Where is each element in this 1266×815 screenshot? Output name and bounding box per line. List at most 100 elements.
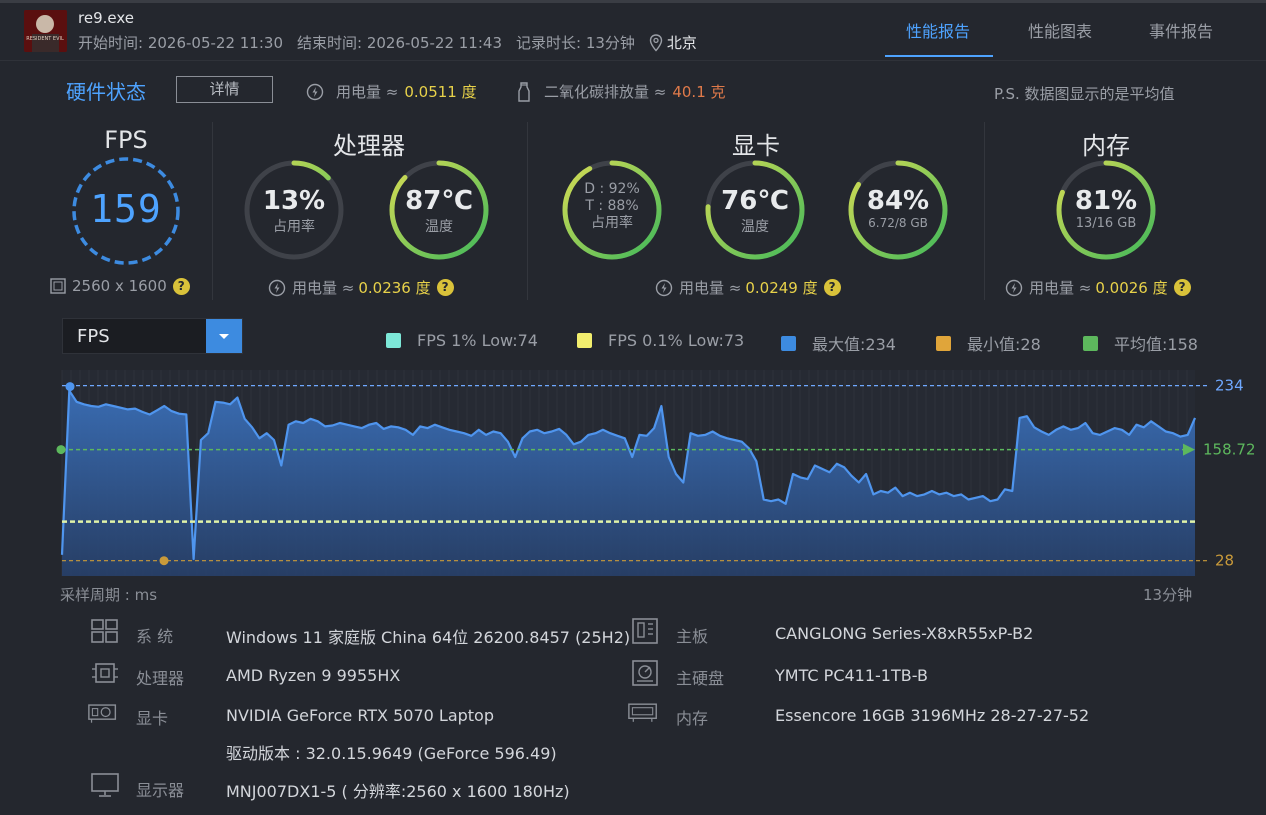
- motherboard-label: 主板: [676, 627, 709, 646]
- start-time: 开始时间: 2026-05-22 11:30: [78, 34, 283, 52]
- disk-value: YMTC PC411-1TB-B: [775, 666, 928, 685]
- chart-x-end-label: 13分钟: [1143, 586, 1193, 604]
- gpu-memory-detail: 6.72/8 GB: [868, 216, 928, 230]
- min-label: 28: [1215, 552, 1234, 570]
- cpu-temp-text: 87℃ 温度: [387, 186, 491, 236]
- co2-value: 40.1 克: [672, 83, 726, 101]
- system-value: Windows 11 家庭版 China 64位 26200.8457 (25H…: [226, 628, 631, 647]
- ram-label: 内存: [676, 709, 709, 728]
- cpu-title: 处理器: [333, 132, 405, 160]
- gpu-usage-label: 占用率: [591, 215, 633, 231]
- metric-select[interactable]: FPS: [62, 318, 243, 354]
- cpu-power-value: 0.0236 度: [358, 279, 431, 297]
- ram-power: 用电量 ≈ 0.0026 度 ?: [1005, 277, 1191, 298]
- total-power-label: 用电量 ≈: [336, 83, 399, 101]
- cpu-label: 处理器: [136, 669, 185, 688]
- legend-label: 最小值:28: [967, 335, 1041, 354]
- windows-icon: [91, 619, 118, 643]
- cpu-temp-label: 温度: [425, 219, 453, 235]
- ram-power-value: 0.0026 度: [1095, 279, 1168, 297]
- tab-event-report[interactable]: 事件报告: [1149, 18, 1213, 42]
- legend-swatch: [577, 333, 592, 348]
- ram-icon: [628, 703, 657, 722]
- total-power-value: 0.0511 度: [404, 83, 477, 101]
- avg-label: 158.72: [1203, 441, 1256, 459]
- section-divider: [527, 122, 528, 300]
- legend-swatch: [1083, 335, 1098, 351]
- avg-marker: [56, 445, 66, 455]
- help-icon[interactable]: ?: [823, 279, 841, 296]
- gpu-power-value: 0.0249 度: [745, 279, 818, 297]
- chart-note: P.S. 数据图显示的是平均值: [994, 85, 1175, 103]
- header-divider: [0, 60, 1266, 61]
- legend-item-max: 最大值:234: [781, 331, 896, 355]
- gpu-power: 用电量 ≈ 0.0249 度 ?: [655, 277, 841, 298]
- ram-text: 81% 13/16 GB: [1054, 186, 1158, 231]
- legend-item-min: 最小值:28: [936, 331, 1041, 355]
- resolution-value: 2560 x 1600: [72, 277, 167, 295]
- gpu-label: 显卡: [136, 709, 169, 728]
- gpu-memory-text: 84% 6.72/8 GB: [846, 186, 950, 230]
- legend-label: 平均值:158: [1114, 335, 1198, 354]
- gpu-value: NVIDIA GeForce RTX 5070 Laptop: [226, 706, 494, 725]
- tab-performance-chart[interactable]: 性能图表: [1028, 18, 1092, 42]
- gpu-temp-value: 76℃: [721, 186, 789, 216]
- gpu-usage-t: T : 88%: [585, 198, 639, 214]
- power-icon: [268, 279, 286, 296]
- disk-label: 主硬盘: [676, 669, 725, 688]
- max-marker: [65, 382, 75, 392]
- fps-chart[interactable]: 234 158.72 28: [0, 360, 1266, 582]
- help-icon[interactable]: ?: [436, 279, 454, 296]
- section-divider: [984, 122, 985, 300]
- legend-swatch: [936, 335, 951, 351]
- active-tab-indicator: [885, 55, 993, 57]
- legend-item-low1: FPS 1% Low:74: [386, 331, 538, 350]
- cpu-usage-label: 占用率: [273, 219, 315, 235]
- monitor-label: 显示器: [136, 781, 185, 800]
- min-marker: [159, 556, 169, 566]
- co2-label: 二氧化碳排放量 ≈: [544, 83, 667, 101]
- cpu-usage-text: 13% 占用率: [242, 186, 346, 236]
- gpu-icon: [88, 704, 117, 723]
- disk-icon: [632, 660, 658, 686]
- power-icon: [655, 279, 673, 296]
- hardware-status-title: 硬件状态: [66, 80, 146, 104]
- cpu-power-label: 用电量 ≈: [292, 279, 355, 297]
- section-divider: [212, 122, 213, 300]
- fps-value: 159: [90, 187, 162, 231]
- co2-bottle-icon: [518, 81, 530, 102]
- thumbnail-title: RESIDENT EVIL: [26, 36, 64, 42]
- legend-label: 最大值:234: [812, 335, 896, 354]
- process-name: re9.exe: [78, 9, 134, 27]
- gpu-memory-value: 84%: [866, 186, 930, 216]
- ram-detail: 13/16 GB: [1075, 216, 1137, 231]
- tab-performance-report[interactable]: 性能报告: [906, 18, 970, 42]
- end-time: 结束时间: 2026-05-22 11:43: [297, 34, 502, 52]
- max-label: 234: [1215, 377, 1244, 395]
- ram-power-label: 用电量 ≈: [1029, 279, 1092, 297]
- chevron-down-icon[interactable]: [206, 319, 242, 353]
- cpu-temp-value: 87℃: [405, 186, 473, 216]
- legend-label: FPS 0.1% Low:73: [608, 331, 745, 350]
- help-icon[interactable]: ?: [172, 277, 190, 295]
- ram-value: 81%: [1074, 186, 1138, 216]
- motherboard-icon: [632, 618, 658, 644]
- gpu-temp-text: 76℃ 温度: [703, 186, 807, 236]
- gpu-title: 显卡: [732, 132, 780, 160]
- help-icon[interactable]: ?: [1173, 279, 1191, 296]
- monitor-value: MNJ007DX1-5 ( 分辨率:2560 x 1600 180Hz): [226, 782, 570, 801]
- gpu-usage-text: D : 92% T : 88% 占用率: [560, 181, 664, 232]
- detail-button[interactable]: 详情: [176, 76, 273, 103]
- monitor-icon: [91, 773, 119, 797]
- legend-item-low01: FPS 0.1% Low:73: [577, 331, 744, 350]
- gpu-temp-label: 温度: [741, 219, 769, 235]
- legend-swatch: [781, 335, 796, 351]
- motherboard-value: CANGLONG Series-X8xR55xP-B2: [775, 624, 1034, 643]
- total-power: 用电量 ≈ 0.0511 度: [306, 81, 477, 102]
- duration: 记录时长: 13分钟: [516, 34, 635, 52]
- ram-title: 内存: [1082, 132, 1130, 160]
- co2-emission: 二氧化碳排放量 ≈ 40.1 克: [516, 81, 726, 102]
- cpu-power: 用电量 ≈ 0.0236 度 ?: [268, 277, 454, 298]
- location: 北京: [666, 34, 697, 52]
- game-thumbnail: RESIDENT EVIL: [24, 10, 67, 52]
